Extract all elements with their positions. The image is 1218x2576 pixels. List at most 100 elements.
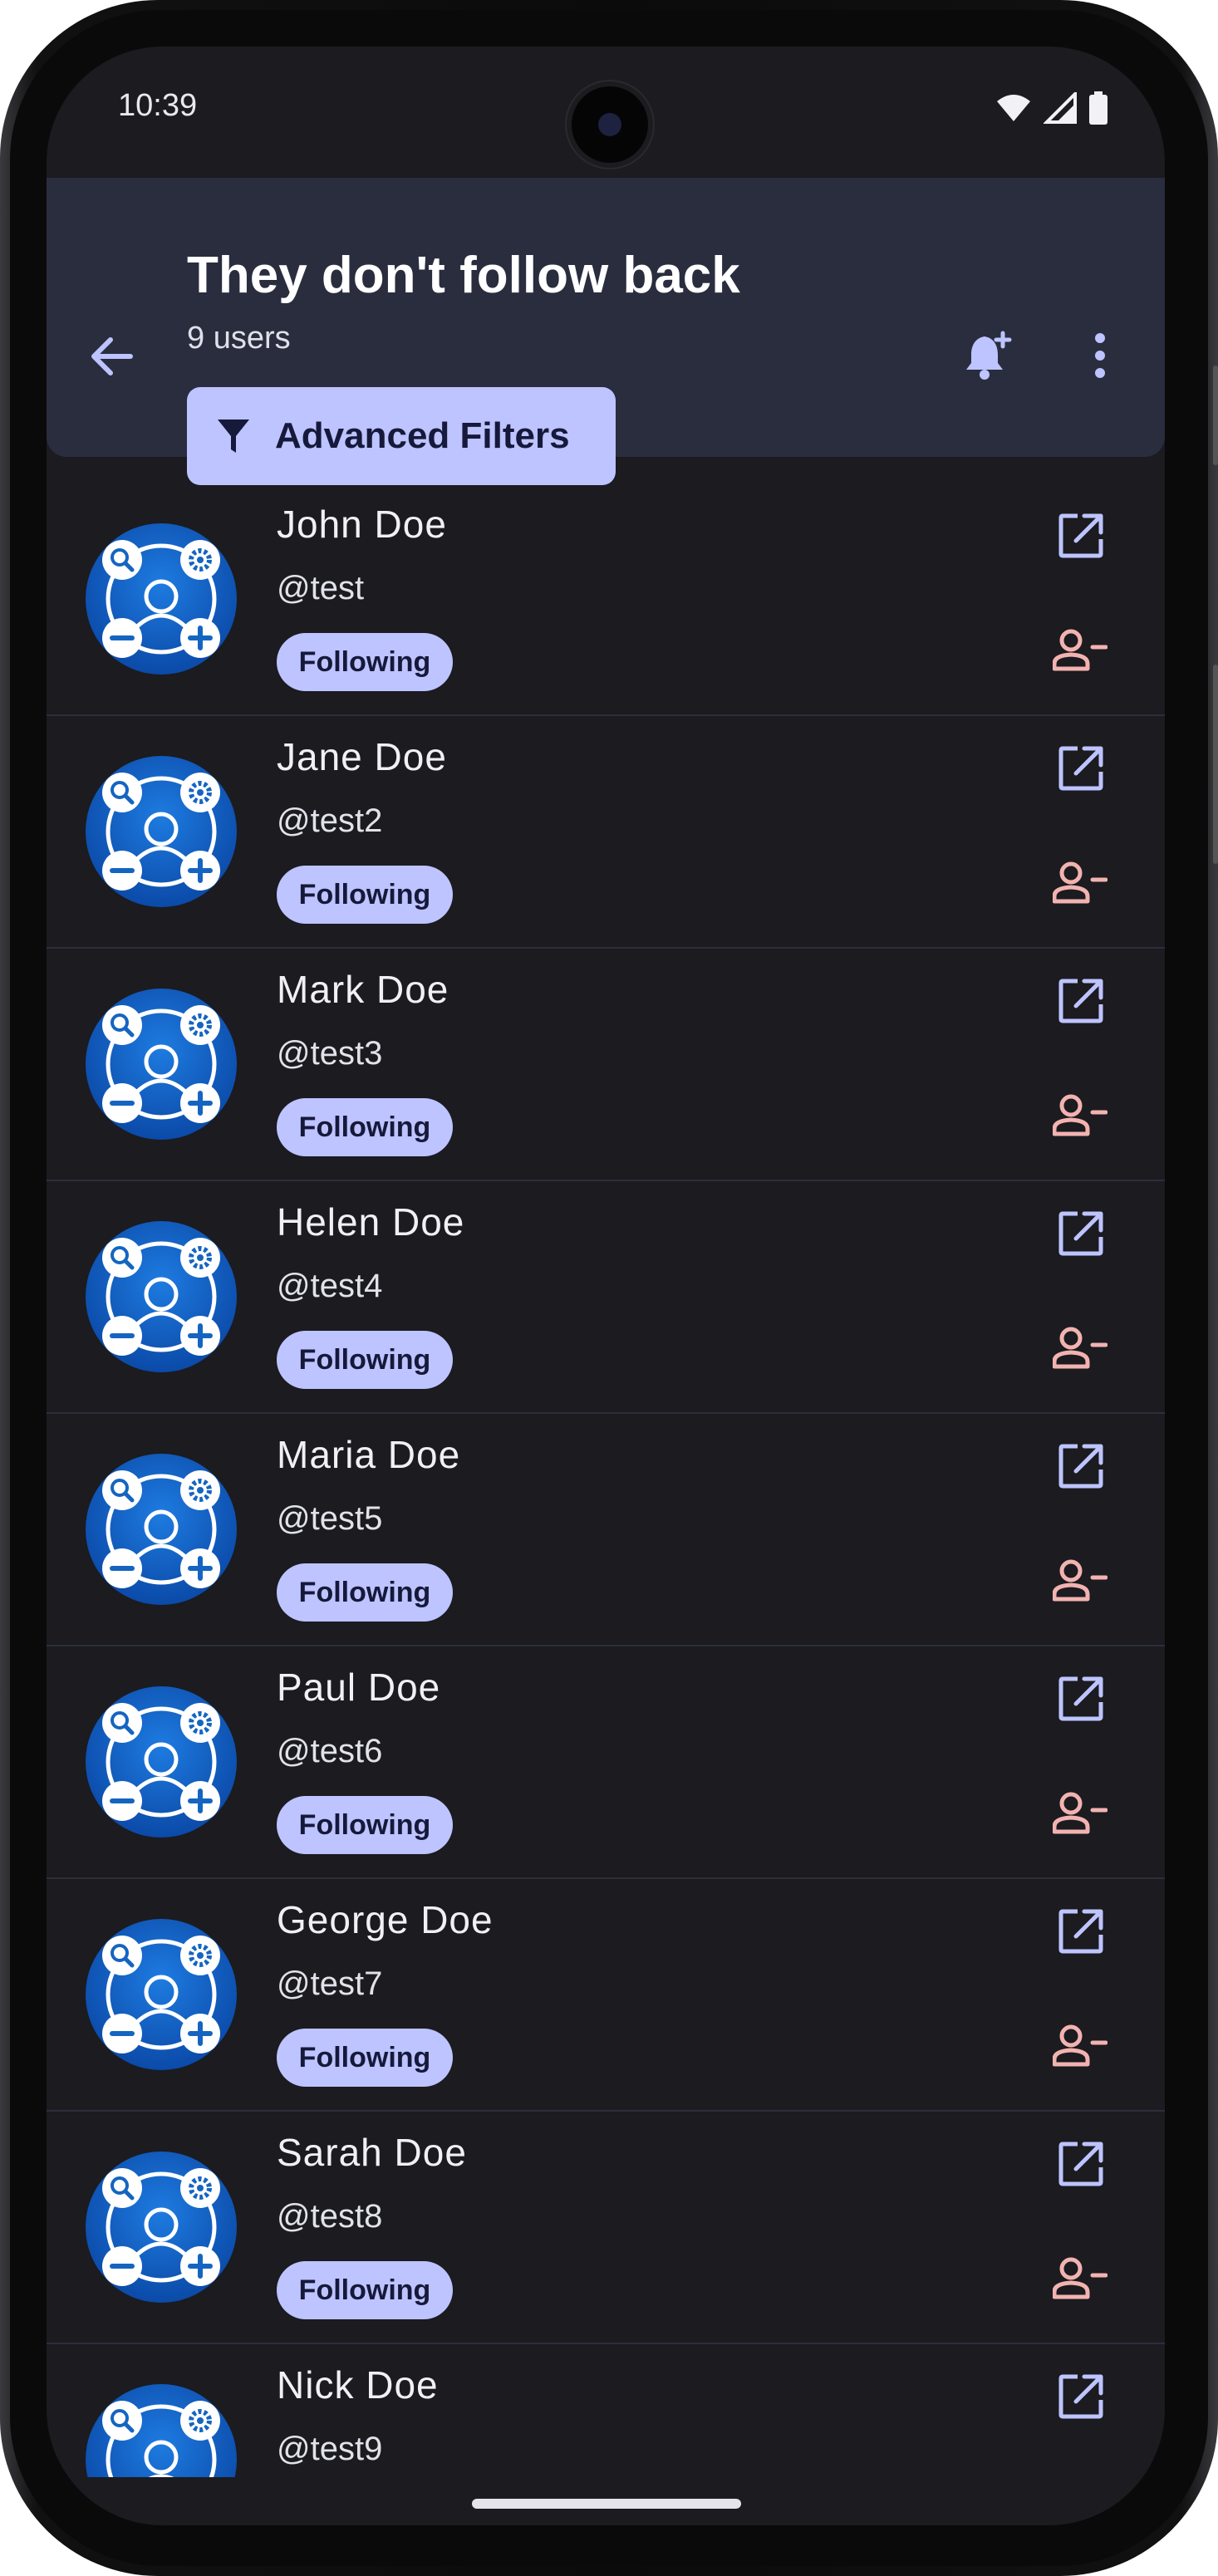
following-chip: Following	[277, 1563, 453, 1622]
phone-frame: 10:39 They don't follow back 9 users Adv…	[0, 0, 1218, 2576]
person-remove-icon	[1052, 1558, 1108, 1607]
status-time: 10:39	[118, 88, 198, 123]
user-avatar	[86, 1454, 237, 1605]
user-handle: @test6	[277, 1733, 383, 1769]
home-indicator[interactable]	[472, 2499, 741, 2509]
user-list: John Doe @test Following Jane Doe @test2…	[47, 483, 1165, 2477]
camera-cutout	[572, 86, 648, 163]
user-row[interactable]: Sarah Doe @test8 Following	[47, 2112, 1165, 2344]
person-remove-icon	[1052, 627, 1108, 676]
user-name: George Doe	[277, 1898, 494, 1941]
user-avatar	[86, 2152, 237, 2303]
open-profile-button[interactable]	[1044, 2128, 1118, 2203]
following-chip: Following	[277, 1331, 453, 1389]
back-button[interactable]	[80, 327, 141, 389]
open-in-new-icon	[1056, 2139, 1106, 2193]
following-chip: Following	[277, 633, 453, 691]
status-bar: 10:39	[47, 47, 1165, 178]
user-row[interactable]: Paul Doe @test6 Following	[47, 1646, 1165, 1879]
open-profile-button[interactable]	[1044, 1430, 1118, 1505]
unfollow-button[interactable]	[1040, 1542, 1120, 1622]
notify-button[interactable]	[959, 327, 1019, 387]
user-avatar	[86, 1919, 237, 2070]
user-handle: @test2	[277, 802, 383, 839]
open-in-new-icon	[1056, 1209, 1106, 1263]
user-avatar	[86, 989, 237, 1140]
more-vert-icon	[1092, 331, 1108, 384]
following-chip: Following	[277, 866, 453, 924]
open-profile-button[interactable]	[1044, 2361, 1118, 2436]
open-in-new-icon	[1056, 1906, 1106, 1960]
filter-icon	[212, 415, 255, 458]
page-title: They don't follow back	[187, 247, 740, 304]
app-screen: 10:39 They don't follow back 9 users Adv…	[47, 47, 1165, 2525]
open-profile-button[interactable]	[1044, 1198, 1118, 1273]
user-name: Mark Doe	[277, 968, 449, 1011]
user-avatar	[86, 523, 237, 675]
open-profile-button[interactable]	[1044, 1663, 1118, 1738]
open-in-new-icon	[1056, 743, 1106, 797]
user-name: John Doe	[277, 503, 447, 546]
following-chip: Following	[277, 1098, 453, 1156]
user-row[interactable]: Jane Doe @test2 Following	[47, 716, 1165, 949]
unfollow-button[interactable]	[1040, 2472, 1120, 2477]
person-remove-icon	[1052, 1790, 1108, 1839]
notification-add-icon	[963, 330, 1014, 385]
user-name: Sarah Doe	[277, 2131, 467, 2174]
unfollow-button[interactable]	[1040, 1309, 1120, 1389]
following-chip: Following	[277, 1796, 453, 1854]
user-handle: @test8	[277, 2198, 383, 2235]
open-profile-button[interactable]	[1044, 733, 1118, 807]
unfollow-button[interactable]	[1040, 2240, 1120, 2319]
person-remove-icon	[1052, 860, 1108, 909]
user-handle: @test7	[277, 1965, 383, 2002]
user-row[interactable]: George Doe @test7 Following	[47, 1879, 1165, 2112]
user-row[interactable]: Helen Doe @test4 Following	[47, 1181, 1165, 1414]
user-handle: @test3	[277, 1035, 383, 1072]
battery-icon	[1088, 91, 1108, 129]
unfollow-button[interactable]	[1040, 1077, 1120, 1156]
more-options-button[interactable]	[1075, 327, 1125, 387]
open-profile-button[interactable]	[1044, 965, 1118, 1040]
user-count: 9 users	[187, 321, 291, 356]
back-arrow-icon	[87, 336, 134, 381]
user-avatar	[86, 756, 237, 907]
unfollow-button[interactable]	[1040, 844, 1120, 924]
status-icons	[995, 90, 1108, 129]
user-handle: @test5	[277, 1500, 383, 1537]
user-name: Maria Doe	[277, 1433, 461, 1476]
following-chip: Following	[277, 2261, 453, 2319]
side-button	[1213, 665, 1218, 864]
person-remove-icon	[1052, 1325, 1108, 1374]
open-in-new-icon	[1056, 1674, 1106, 1728]
following-chip: Following	[277, 2029, 453, 2087]
user-row[interactable]: Maria Doe @test5 Following	[47, 1414, 1165, 1646]
open-in-new-icon	[1056, 1441, 1106, 1495]
advanced-filters-label: Advanced Filters	[275, 415, 570, 456]
unfollow-button[interactable]	[1040, 611, 1120, 691]
wifi-icon	[995, 93, 1032, 127]
person-remove-icon	[1052, 2023, 1108, 2072]
user-handle: @test	[277, 570, 365, 606]
open-in-new-icon	[1056, 2372, 1106, 2426]
user-name: Jane Doe	[277, 735, 447, 778]
open-in-new-icon	[1056, 976, 1106, 1030]
user-avatar	[86, 2384, 237, 2477]
user-avatar	[86, 1686, 237, 1838]
side-button	[1213, 366, 1218, 465]
open-profile-button[interactable]	[1044, 1896, 1118, 1970]
advanced-filters-button[interactable]: Advanced Filters	[187, 387, 616, 485]
user-name: Helen Doe	[277, 1200, 465, 1244]
person-remove-icon	[1052, 1092, 1108, 1141]
user-row[interactable]: John Doe @test Following	[47, 483, 1165, 716]
unfollow-button[interactable]	[1040, 2007, 1120, 2087]
user-row[interactable]: Nick Doe @test9 Following	[47, 2344, 1165, 2477]
unfollow-button[interactable]	[1040, 1774, 1120, 1854]
user-name: Paul Doe	[277, 1666, 441, 1709]
person-remove-icon	[1052, 2255, 1108, 2304]
open-profile-button[interactable]	[1044, 500, 1118, 575]
user-name: Nick Doe	[277, 2363, 439, 2407]
user-row[interactable]: Mark Doe @test3 Following	[47, 949, 1165, 1181]
open-in-new-icon	[1056, 511, 1106, 565]
signal-icon	[1043, 90, 1077, 128]
